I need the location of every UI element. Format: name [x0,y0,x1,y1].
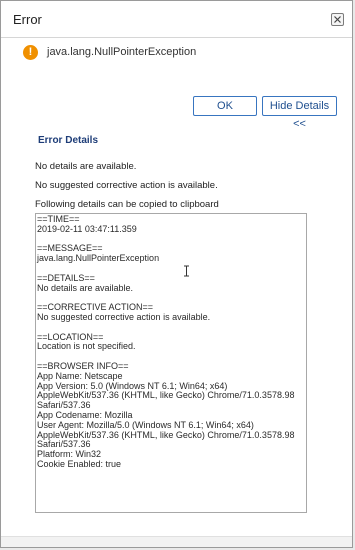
close-button[interactable] [331,13,344,26]
corrective-action-line: No suggested corrective action is availa… [35,180,218,191]
dialog-title: Error [13,12,42,27]
error-details-title: Error Details [38,135,99,146]
close-icon [334,16,341,23]
details-text: ==TIME== 2019-02-11 03:47:11.359 ==MESSA… [37,214,295,469]
text-cursor-icon [184,265,189,277]
error-dialog: Error ! java.lang.NullPointerException O… [0,0,353,548]
error-message: java.lang.NullPointerException [47,46,197,58]
clipboard-hint-line: Following details can be copied to clipb… [35,199,219,210]
hide-details-button[interactable]: Hide Details << [262,96,337,130]
details-line: No details are available. [35,161,137,172]
details-textarea[interactable]: ==TIME== 2019-02-11 03:47:11.359 ==MESSA… [35,213,307,513]
warning-icon: ! [23,45,38,60]
dialog-footer [1,536,352,547]
dialog-titlebar: Error [1,1,352,38]
ok-button[interactable]: OK [193,96,257,116]
